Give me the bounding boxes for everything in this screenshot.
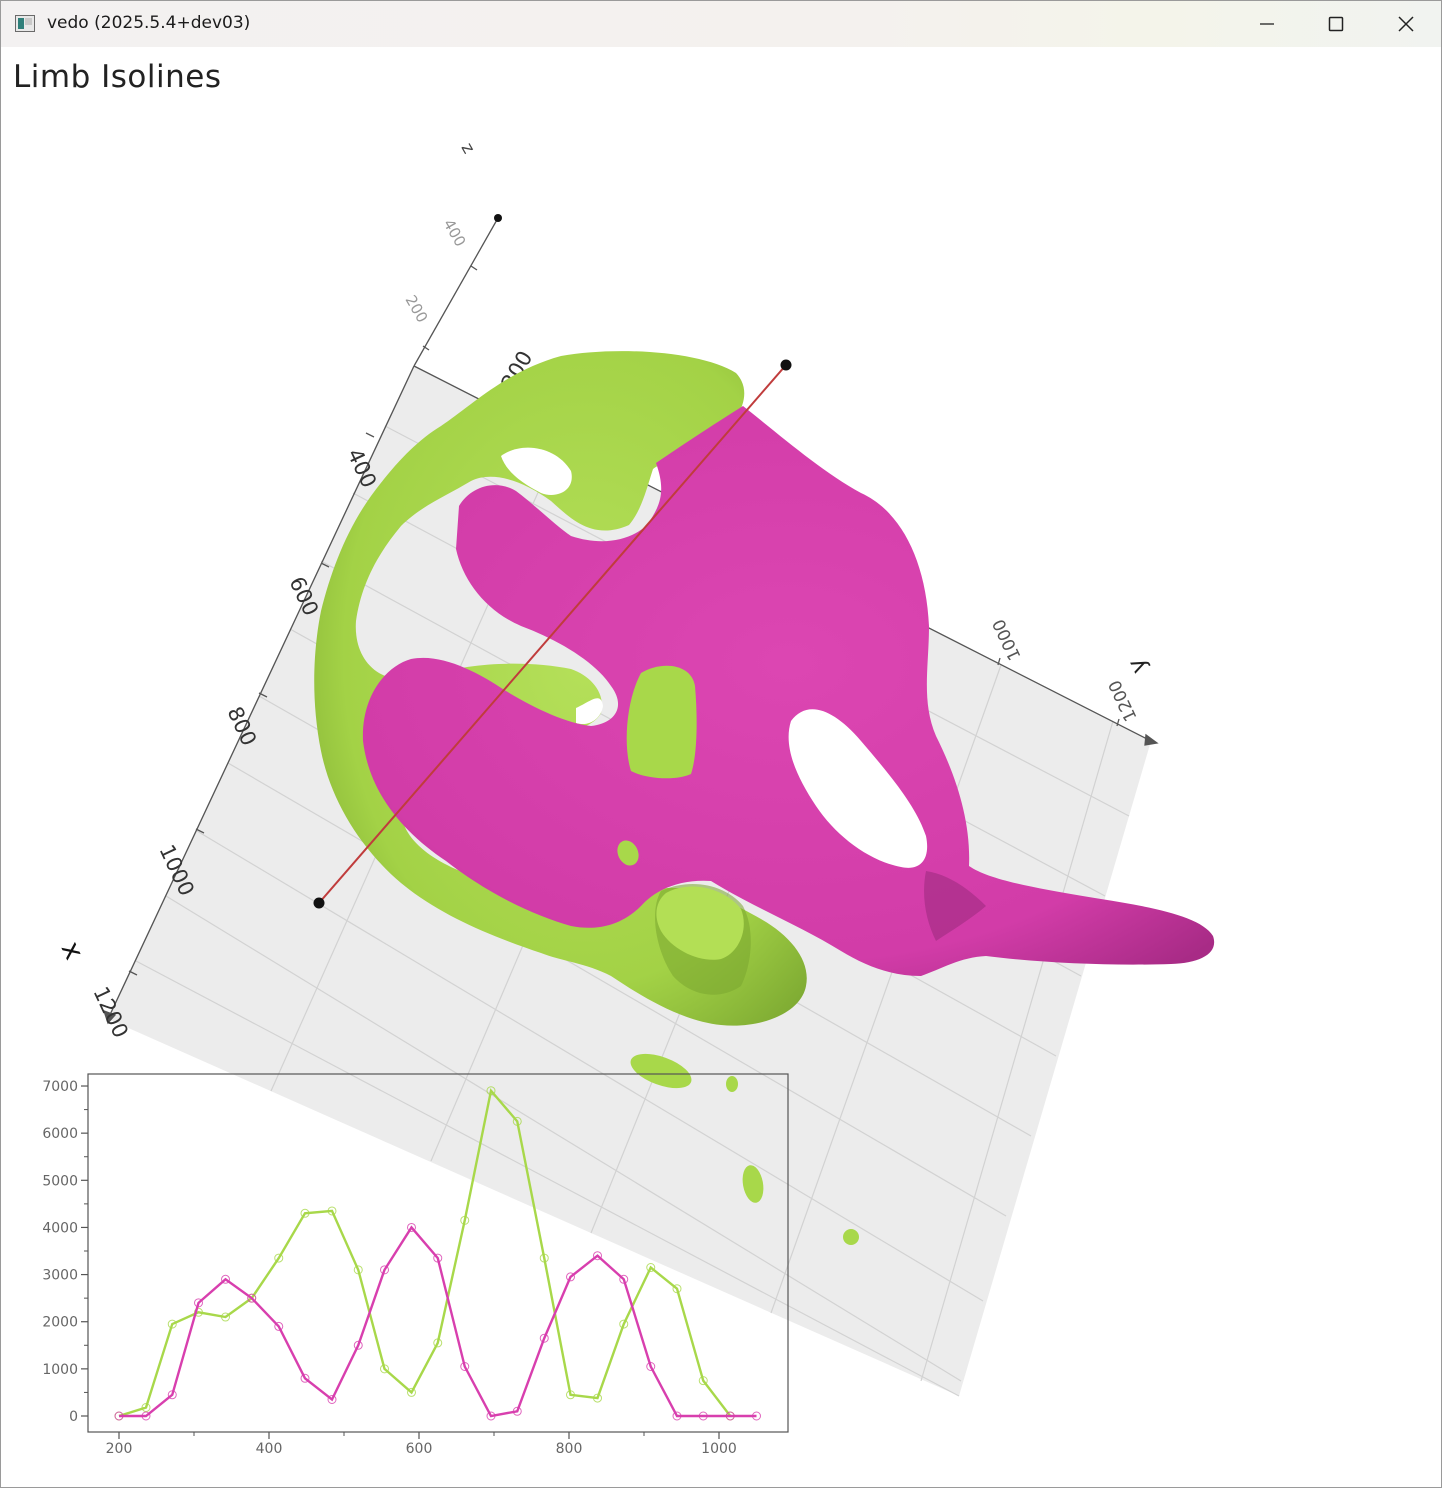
z-axis-title: z [457,140,479,158]
chart-y-tick-label: 3000 [42,1268,78,1284]
render-canvas[interactable]: 400 600 800 1000 1200 x 200 1000 1200 y … [1,47,1441,1487]
chart-y-tick-label: 1000 [42,1362,78,1378]
app-window: vedo (2025.5.4+dev03) Limb Isolines 400 … [0,0,1442,1488]
y-tick-1000: 1000 [989,616,1025,664]
chart-x-tick-label: 600 [406,1441,433,1457]
z-tick-200: 200 [402,292,432,326]
chart-y-tick-label: 6000 [42,1126,78,1142]
chart-x-tick-label: 400 [256,1441,283,1457]
close-button[interactable] [1371,1,1441,47]
minimize-icon [1260,23,1274,25]
y-tick-1200: 1200 [1105,677,1141,725]
close-icon [1398,16,1414,32]
z-axis-labels: 200 400 z [402,140,479,326]
chart-x-tick-label: 200 [106,1441,133,1457]
slicing-line-handle-end[interactable] [780,359,792,371]
chart-y-tick-label: 4000 [42,1220,78,1236]
chart-y-tick-label: 7000 [42,1079,78,1095]
chart-y-tick-label: 0 [69,1409,78,1425]
chart-y-tick-label: 5000 [42,1173,78,1189]
maximize-icon [1328,16,1344,32]
y-axis-title: y [1123,654,1152,677]
x-axis-title: x [55,937,90,965]
minimize-button[interactable] [1232,1,1302,47]
z-tick-400: 400 [440,216,470,250]
title-bar[interactable]: vedo (2025.5.4+dev03) [1,1,1441,47]
chart-x-tick-label: 1000 [701,1441,737,1457]
chart-x-tick-label: 800 [556,1441,583,1457]
chart-y-tick-label: 2000 [42,1315,78,1331]
green-patch [626,665,697,779]
window-title: vedo (2025.5.4+dev03) [47,13,251,33]
app-icon [15,15,35,32]
maximize-button[interactable] [1301,1,1371,47]
slicing-line-handle-start[interactable] [313,897,325,909]
